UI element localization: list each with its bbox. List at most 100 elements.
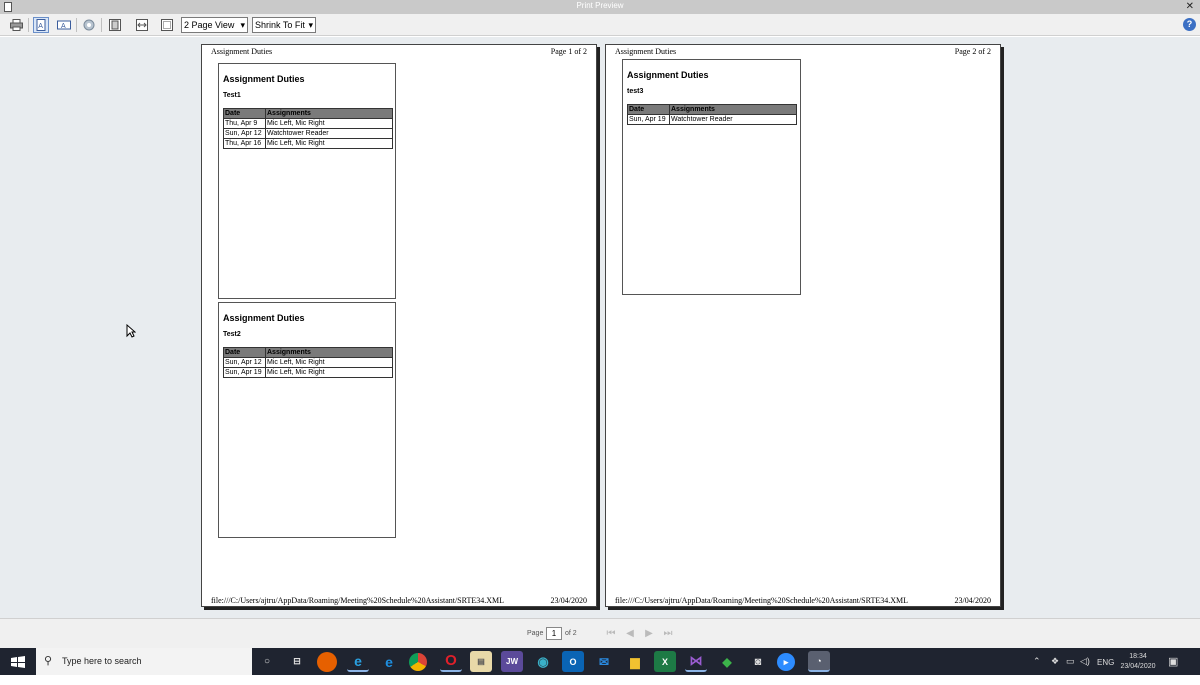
clock-date: 23/04/2020 <box>1120 663 1156 670</box>
cell-assignment: Mic Left, Mic Right <box>265 118 393 129</box>
page-setup-icon[interactable] <box>81 17 97 33</box>
full-page-icon[interactable] <box>107 17 123 33</box>
duty-table: Date Assignments Sun, Apr 19 Watchtower … <box>627 104 797 125</box>
card-title: Assignment Duties <box>223 313 305 323</box>
preview-page-2: Assignment Duties Page 2 of 2 Assignment… <box>605 44 1001 607</box>
column-header-assignments: Assignments <box>669 104 797 115</box>
language-indicator[interactable]: ENG <box>1097 658 1114 685</box>
page-navigation-bar: Page 1 of 2 ⏮ ◀ ▶ ⏭ <box>0 618 1200 648</box>
table-row: Sun, Apr 19 Mic Left, Mic Right <box>223 367 393 378</box>
task-view-icon[interactable]: ⊟ <box>286 651 308 672</box>
volume-icon[interactable]: ◁) <box>1080 656 1090 683</box>
first-page-icon[interactable]: ⏮ <box>603 627 619 640</box>
assignment-card: Assignment Duties test3 Date Assignments… <box>622 59 801 295</box>
svg-text:A: A <box>38 23 43 30</box>
column-header-assignments: Assignments <box>265 108 393 119</box>
column-header-assignments: Assignments <box>265 347 393 358</box>
start-button[interactable] <box>0 648 36 675</box>
card-subtitle: test3 <box>627 88 644 95</box>
cell-assignment: Watchtower Reader <box>669 114 797 125</box>
duty-table: Date Assignments Sun, Apr 12 Mic Left, M… <box>223 347 393 378</box>
chrome-icon[interactable] <box>409 653 427 671</box>
dropbox-icon[interactable]: ❖ <box>1051 656 1059 683</box>
page-footer-date: 23/04/2020 <box>954 596 991 605</box>
window-title: Print Preview <box>576 1 624 10</box>
table-row: Sun, Apr 12 Mic Left, Mic Right <box>223 357 393 368</box>
preview-area[interactable]: Assignment Duties Page 1 of 2 Assignment… <box>0 37 1200 618</box>
firefox-icon[interactable] <box>317 652 337 672</box>
chevron-up-icon[interactable]: ⌃ <box>1033 656 1041 683</box>
view-select-value: 2 Page View <box>184 20 235 30</box>
ie-icon[interactable]: e <box>347 651 369 672</box>
view-select[interactable]: 2 Page View ▾ <box>181 17 248 33</box>
cell-assignment: Mic Left, Mic Right <box>265 138 393 149</box>
notification-icon[interactable]: ▣ <box>1168 655 1178 682</box>
page-count-label: of 2 <box>565 630 577 637</box>
page-footer-path: file:///C:/Users/ajtru/AppData/Roaming/M… <box>211 596 505 605</box>
preview-page-1: Assignment Duties Page 1 of 2 Assignment… <box>201 44 597 607</box>
table-header-row: Date Assignments <box>627 104 797 115</box>
cell-assignment: Mic Left, Mic Right <box>265 357 393 368</box>
page-footer-path: file:///C:/Users/ajtru/AppData/Roaming/M… <box>615 596 909 605</box>
page-number: Page 2 of 2 <box>954 47 991 56</box>
mail-icon[interactable]: ✉ <box>593 651 615 672</box>
title-bar: Print Preview ✕ <box>0 0 1200 14</box>
cell-assignment: Mic Left, Mic Right <box>265 367 393 378</box>
card-subtitle: Test1 <box>223 92 241 99</box>
table-row: Thu, Apr 9 Mic Left, Mic Right <box>223 118 393 129</box>
clock-time: 18:34 <box>1129 653 1147 660</box>
notepad-icon[interactable]: ▤ <box>470 651 492 672</box>
outlook-icon[interactable]: O <box>562 651 584 672</box>
last-page-icon[interactable]: ⏭ <box>660 627 676 640</box>
page-footer-date: 23/04/2020 <box>550 596 587 605</box>
page-number-input[interactable]: 1 <box>546 627 562 640</box>
print-icon[interactable] <box>8 17 24 33</box>
chevron-down-icon: ▾ <box>240 20 245 30</box>
zoom-fit-icon[interactable] <box>159 17 175 33</box>
excel-icon[interactable]: X <box>654 651 676 672</box>
visual-studio-icon[interactable]: ⋈ <box>685 651 707 672</box>
previous-page-icon[interactable]: ◀ <box>622 627 638 640</box>
svg-text:A: A <box>61 23 66 30</box>
toolbar-separator <box>28 18 29 32</box>
next-page-icon[interactable]: ▶ <box>641 627 657 640</box>
chevron-down-icon: ▾ <box>308 20 313 30</box>
column-header-date: Date <box>627 104 670 115</box>
toolbar-separator <box>101 18 102 32</box>
help-icon[interactable]: ? <box>1183 18 1196 31</box>
table-row: Thu, Apr 16 Mic Left, Mic Right <box>223 138 393 149</box>
help-app-icon[interactable]: ◆ <box>716 651 738 672</box>
cell-date: Sun, Apr 19 <box>627 114 670 125</box>
cell-date: Sun, Apr 12 <box>223 357 266 368</box>
taskbar-search[interactable]: ⚲ Type here to search <box>36 648 252 675</box>
taskbar-clock[interactable]: 18:34 23/04/2020 <box>1118 652 1158 672</box>
landscape-icon[interactable]: A <box>56 17 72 33</box>
toolbar: A A 2 Page View ▾ Shrink To Fit ▾ ? <box>0 14 1200 36</box>
zoom-icon[interactable]: ▸ <box>777 653 795 671</box>
page-width-icon[interactable] <box>134 17 150 33</box>
assignment-card: Assignment Duties Test1 Date Assignments… <box>218 63 396 299</box>
card-subtitle: Test2 <box>223 331 241 338</box>
cortana-icon[interactable]: ○ <box>256 651 278 672</box>
file-explorer-icon[interactable]: ▆ <box>624 651 646 672</box>
close-button[interactable]: ✕ <box>1186 0 1194 14</box>
fit-select[interactable]: Shrink To Fit ▾ <box>252 17 316 33</box>
msa-app-icon[interactable]: ◔ <box>808 651 830 672</box>
card-title: Assignment Duties <box>223 74 305 84</box>
mouse-cursor-icon <box>126 323 137 341</box>
camera-icon[interactable]: ◙ <box>747 651 769 672</box>
jw-library-icon[interactable]: JW <box>501 651 523 672</box>
table-row: Sun, Apr 19 Watchtower Reader <box>627 114 797 125</box>
opera-icon[interactable]: O <box>440 651 462 672</box>
table-row: Sun, Apr 12 Watchtower Reader <box>223 128 393 139</box>
page-header-title: Assignment Duties <box>615 47 677 56</box>
edge-icon[interactable]: e <box>378 651 400 672</box>
table-header-row: Date Assignments <box>223 108 393 119</box>
network-icon[interactable]: ▭ <box>1066 656 1075 683</box>
card-title: Assignment Duties <box>627 70 709 80</box>
browser-icon[interactable]: ◉ <box>532 651 554 672</box>
search-placeholder: Type here to search <box>62 656 142 666</box>
portrait-icon[interactable]: A <box>33 17 49 33</box>
assignment-card: Assignment Duties Test2 Date Assignments… <box>218 302 396 538</box>
fit-select-value: Shrink To Fit <box>255 20 305 30</box>
